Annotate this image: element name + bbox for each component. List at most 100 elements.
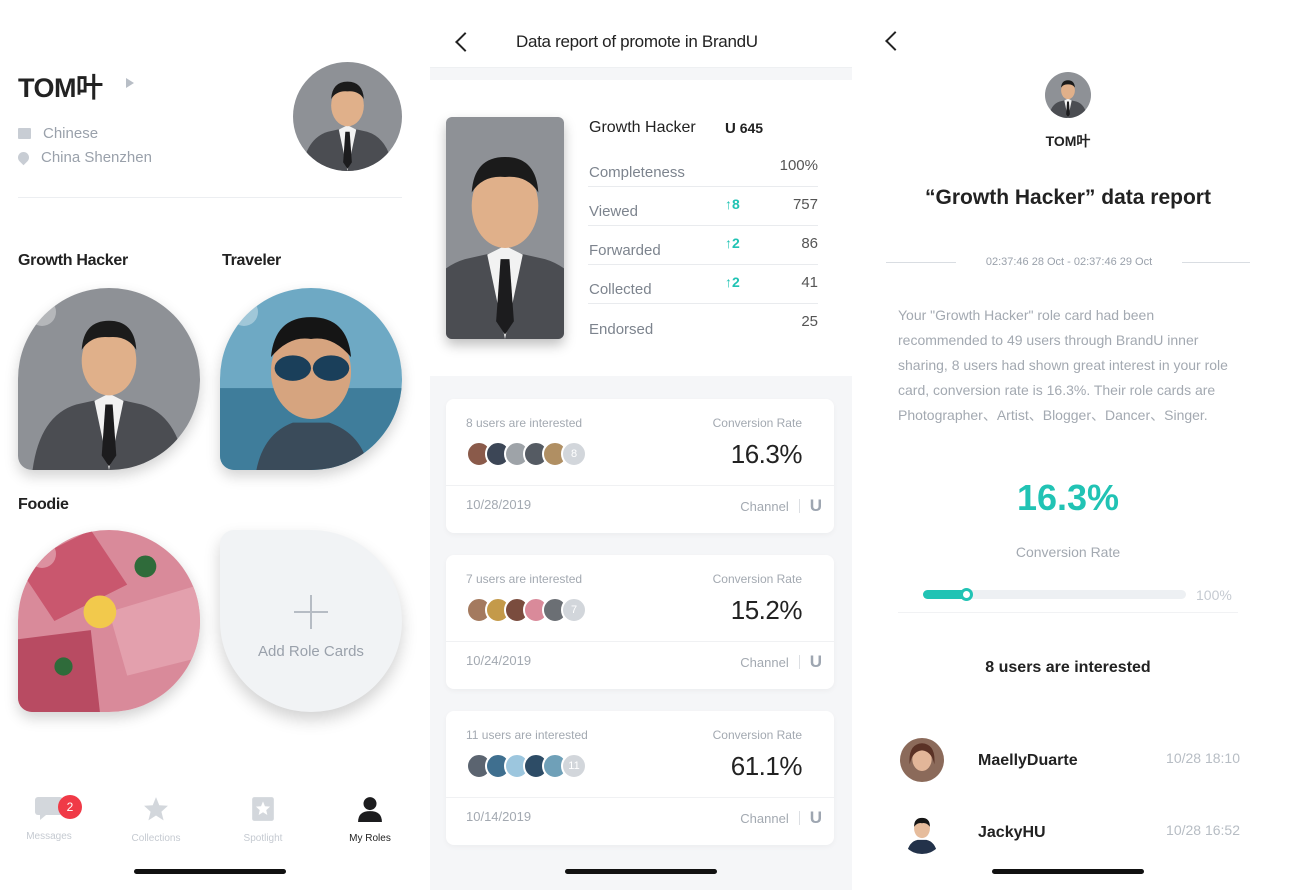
time-range: 02:37:46 28 Oct - 02:37:46 29 Oct: [956, 256, 1182, 268]
back-chevron-icon[interactable]: [885, 31, 905, 51]
stat-forwarded: Forwarded ↑2 86: [588, 226, 818, 265]
conversion-rate: 16.3%: [730, 439, 803, 469]
role-title-foodie: Foodie: [18, 496, 69, 513]
more-users-count: 11: [561, 753, 587, 779]
page-title: Data report of promote in BrandU: [516, 32, 758, 51]
stat-viewed: Viewed ↑8 757: [588, 187, 818, 226]
add-role-card-label: Add Role Cards: [258, 643, 364, 660]
channel: Channel U: [740, 652, 822, 672]
interested-heading: 8 users are interested: [985, 659, 1151, 676]
stat-value: 41: [801, 274, 818, 291]
add-role-card-button[interactable]: Add Role Cards: [220, 530, 402, 712]
progress-knob: [960, 588, 973, 601]
tab-collections[interactable]: Collections: [116, 796, 196, 844]
conversion-label: Conversion Rate: [712, 416, 802, 430]
role-title-growth-hacker: Growth Hacker: [18, 252, 128, 269]
stat-label: Endorsed: [589, 321, 654, 338]
interested-user-row[interactable]: JackyHU 10/28 16:52: [900, 810, 1240, 854]
profile-name: TOM叶: [18, 73, 103, 103]
interest-time: 10/28 18:10: [1166, 750, 1240, 766]
role-card-foodie[interactable]: ···: [18, 530, 200, 712]
role-title-traveler: Traveler: [222, 252, 281, 269]
interest-count: 7 users are interested: [466, 572, 583, 586]
user-name: TOM叶: [1045, 133, 1091, 149]
brandu-u-icon: U: [809, 496, 822, 515]
report-card[interactable]: 8 users are interested Conversion Rate 8…: [446, 399, 834, 533]
stat-value: 100%: [779, 157, 818, 174]
language-row: Chinese: [18, 125, 98, 142]
interested-user-name: MaellyDuarte: [978, 752, 1078, 769]
progress-max-label: 100%: [1196, 587, 1232, 603]
tab-label: Spotlight: [243, 833, 283, 844]
channel: Channel U: [740, 808, 822, 828]
stat-completeness: Completeness 100%: [588, 148, 818, 187]
unread-badge: 2: [58, 795, 82, 819]
report-date: 10/14/2019: [466, 809, 532, 824]
interested-avatars[interactable]: 11: [466, 753, 587, 779]
tab-spotlight[interactable]: Spotlight: [223, 796, 303, 844]
interested-avatars[interactable]: 8: [466, 441, 587, 467]
user-icon: [358, 797, 382, 822]
divider: [898, 612, 1238, 613]
role-card-traveler[interactable]: ···: [220, 288, 402, 470]
conversion-progress-bar: [923, 588, 1186, 601]
role-card-growth-hacker[interactable]: ···: [18, 288, 200, 470]
profile-avatar[interactable]: [293, 62, 402, 171]
stat-endorsed: Endorsed 25: [588, 304, 818, 343]
stat-label: Forwarded: [589, 242, 661, 259]
conversion-label: Conversion Rate: [1015, 544, 1121, 560]
play-arrow-icon[interactable]: [126, 78, 134, 88]
profile-location: China Shenzhen: [41, 149, 152, 166]
more-menu-icon[interactable]: ···: [28, 540, 56, 568]
channel-label: Channel: [740, 498, 789, 514]
tab-label: Collections: [131, 833, 181, 844]
home-indicator: [565, 869, 717, 874]
star-icon: [144, 797, 168, 821]
tab-label: Messages: [26, 831, 72, 842]
data-report-screen: Data report of promote in BrandU Growth …: [430, 0, 852, 890]
avatar-image: [1045, 72, 1091, 118]
report-description: Your "Growth Hacker" role card had been …: [898, 307, 1228, 423]
brandu-u-icon: U: [809, 652, 822, 671]
more-menu-icon[interactable]: ···: [230, 298, 258, 326]
flag-icon: [18, 128, 31, 139]
interest-time: 10/28 16:52: [1166, 822, 1240, 838]
more-users-count: 8: [561, 441, 587, 467]
more-menu-icon[interactable]: ···: [28, 298, 56, 326]
location-row: China Shenzhen: [15, 149, 152, 166]
stat-delta: ↑2: [725, 235, 740, 251]
interested-avatars[interactable]: 7: [466, 597, 587, 623]
back-chevron-icon[interactable]: [455, 32, 475, 52]
tab-my-roles[interactable]: My Roles: [330, 796, 410, 844]
channel-label: Channel: [740, 810, 789, 826]
role-summary: Growth Hacker U 645 Completeness 100% Vi…: [430, 80, 852, 376]
header-bar: Data report of promote in BrandU: [430, 0, 852, 68]
stat-label: Completeness: [589, 164, 685, 181]
report-card[interactable]: 11 users are interested Conversion Rate …: [446, 711, 834, 845]
report-detail-screen: TOM叶 “Growth Hacker” data report 02:37:4…: [870, 0, 1294, 890]
tab-label: My Roles: [349, 833, 391, 844]
brandu-u-icon: U: [809, 808, 822, 827]
stat-value: 86: [801, 235, 818, 252]
stat-value: 25: [801, 313, 818, 330]
interest-count: 8 users are interested: [466, 416, 583, 430]
stat-label: Viewed: [589, 203, 638, 220]
more-users-count: 7: [561, 597, 587, 623]
report-card[interactable]: 7 users are interested Conversion Rate 7…: [446, 555, 834, 689]
stat-value: 757: [792, 196, 818, 213]
home-indicator: [134, 869, 286, 874]
user-avatar[interactable]: [1045, 72, 1091, 118]
u-score-value: 645: [739, 120, 764, 136]
channel: Channel U: [740, 496, 822, 516]
interested-user-row[interactable]: MaellyDuarte 10/28 18:10: [900, 738, 1240, 782]
interest-count: 11 users are interested: [466, 728, 588, 742]
report-date: 10/28/2019: [466, 497, 532, 512]
report-title: “Growth Hacker” data report: [925, 186, 1211, 209]
location-pin-icon: [15, 149, 32, 166]
role-card-photo[interactable]: [446, 117, 564, 339]
user-avatar: [900, 810, 944, 854]
bookmark-star-icon: [252, 797, 274, 821]
channel-label: Channel: [740, 654, 789, 670]
report-date: 10/24/2019: [466, 653, 532, 668]
my-roles-screen: TOM叶 Chinese China Shenzhen Growth Hacke…: [0, 0, 420, 890]
